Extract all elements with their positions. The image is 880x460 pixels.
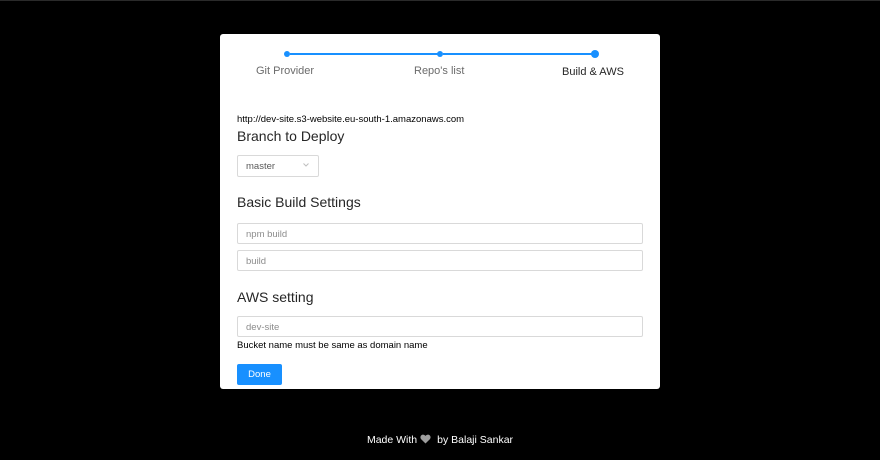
done-button[interactable]: Done xyxy=(237,364,282,385)
step-connector-2 xyxy=(443,53,593,55)
footer: Made With by Balaji Sankar xyxy=(0,434,880,446)
chevron-down-icon xyxy=(303,163,309,167)
footer-made-with: Made With xyxy=(366,434,418,446)
step-connector-1 xyxy=(290,53,440,55)
bucket-name-hint: Bucket name must be same as domain name xyxy=(237,340,428,351)
branch-section-title: Branch to Deploy xyxy=(237,128,345,144)
bucket-name-input[interactable]: dev-site xyxy=(237,316,643,337)
build-command-placeholder: npm build xyxy=(246,229,288,240)
branch-select[interactable]: master xyxy=(237,155,319,177)
aws-section-title: AWS setting xyxy=(237,289,314,305)
site-url: http://dev-site.s3-website.eu-south-1.am… xyxy=(237,114,465,125)
step-dot-git-provider[interactable] xyxy=(284,51,290,57)
step-label-repos-list[interactable]: Repo's list xyxy=(414,65,464,77)
build-command-input[interactable]: npm build xyxy=(237,223,643,244)
step-label-build-aws: Build & AWS xyxy=(562,66,624,78)
top-divider xyxy=(0,0,880,1)
bucket-name-placeholder: dev-site xyxy=(246,322,280,333)
build-section-title: Basic Build Settings xyxy=(237,194,361,210)
deploy-wizard-card: Git Provider Repo's list Build & AWS htt… xyxy=(220,34,660,389)
branch-select-value: master xyxy=(246,161,276,172)
step-dot-build-aws xyxy=(591,50,599,58)
step-label-git-provider[interactable]: Git Provider xyxy=(256,65,314,77)
heart-icon xyxy=(420,434,431,444)
build-output-placeholder: build xyxy=(246,256,267,267)
step-dot-repos-list[interactable] xyxy=(437,51,443,57)
build-output-input[interactable]: build xyxy=(237,250,643,271)
progress-stepper: Git Provider Repo's list Build & AWS xyxy=(220,34,660,94)
footer-author[interactable]: by Balaji Sankar xyxy=(437,434,513,446)
